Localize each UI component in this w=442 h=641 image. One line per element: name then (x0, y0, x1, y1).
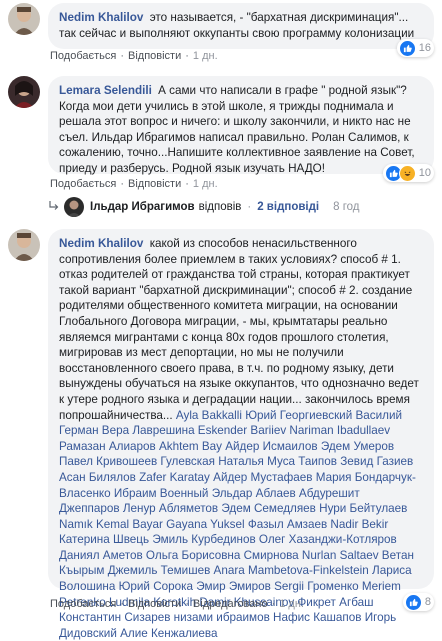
comment-actions: Подобається · Відповісти · 1 дн. (50, 177, 218, 191)
comment-bubble: Nedim Khalilov это называется, - "бархат… (48, 3, 434, 49)
avatar[interactable] (8, 3, 40, 35)
avatar (64, 197, 84, 217)
separator-dot: · (185, 178, 189, 190)
avatar[interactable] (8, 229, 40, 261)
avatar[interactable] (8, 76, 40, 108)
comment-author[interactable]: Nedim Khalilov (59, 11, 143, 24)
reply-link[interactable]: Відповісти (128, 50, 181, 62)
reply-arrow-icon (48, 200, 60, 215)
reply-author[interactable]: Ільдар Ибрагимов (90, 201, 195, 213)
reactions-count: 10 (418, 167, 431, 179)
separator-dot: · (120, 598, 124, 610)
reply-time: 8 год (333, 201, 360, 213)
comment-time[interactable]: 1 дн. (279, 598, 304, 610)
comment-bubble: Nedim Khalilov какой из способов ненасил… (48, 229, 434, 640)
like-link[interactable]: Подобається (50, 178, 116, 190)
comment-text: какой из способов ненасильственного сопр… (59, 237, 419, 422)
separator-dot: · (185, 50, 189, 62)
like-link[interactable]: Подобається (50, 50, 116, 62)
separator-dot: · (120, 178, 124, 190)
comment-actions: Подобається · Відповісти · 1 дн. (50, 49, 218, 63)
separator-dot: · (271, 598, 276, 610)
reactions-summary[interactable]: 16 (396, 39, 434, 57)
separator-dot: · (120, 50, 124, 62)
reply-link[interactable]: Відповісти (128, 178, 181, 190)
comment-bubble: Lemara Selendili А сами что написали в г… (48, 76, 434, 175)
comment-actions: Подобається · Відповісти · Відредаговано · 1 д… (50, 597, 304, 611)
reactions-count: 8 (424, 596, 431, 608)
reactions-count: 16 (418, 42, 431, 54)
like-link[interactable]: Подобається (50, 598, 116, 610)
comment-time[interactable]: 1 дн. (193, 178, 218, 190)
reactions-summary[interactable]: 8 (402, 593, 434, 611)
reply-verb: відповів (198, 201, 242, 213)
haha-reaction-icon (398, 164, 416, 182)
comment-author[interactable]: Nedim Khalilov (59, 237, 143, 250)
comment-3: Nedim Khalilov какой из способов ненасил… (8, 229, 434, 640)
reactions-summary[interactable]: 10 (382, 164, 434, 182)
separator-dot: · (247, 201, 252, 213)
reply-link[interactable]: Відповісти (128, 598, 181, 610)
replies-count[interactable]: 2 відповіді (257, 201, 319, 213)
comment-2: Lemara Selendili А сами что написали в г… (8, 76, 434, 186)
comment-text: А сами что написали в графе " родной язы… (59, 84, 415, 175)
like-reaction-icon (404, 593, 422, 611)
edited-label[interactable]: Відредаговано (193, 598, 268, 610)
separator-dot: · (185, 598, 189, 610)
view-replies-row[interactable]: Ільдар Ибрагимов відповів · 2 відповіді … (48, 197, 360, 217)
comment-author[interactable]: Lemara Selendili (59, 84, 152, 97)
comment-time[interactable]: 1 дн. (193, 50, 218, 62)
like-reaction-icon (398, 39, 416, 57)
